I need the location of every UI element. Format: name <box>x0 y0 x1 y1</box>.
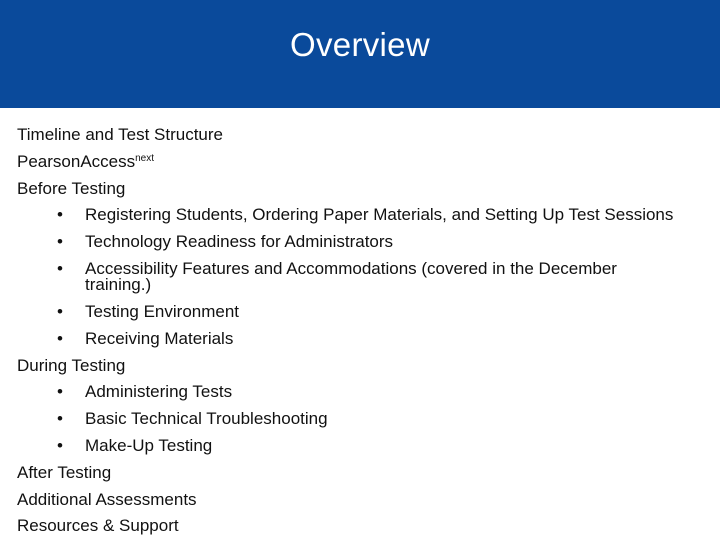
outline-item-after-testing: After Testing <box>17 462 112 482</box>
bullet-icon: • <box>57 409 63 429</box>
sub-item-receiving-materials: • Receiving Materials <box>17 326 717 353</box>
bullet-icon: • <box>57 205 63 225</box>
outline-list: Timeline and Test Structure PearsonAcces… <box>17 122 717 540</box>
sub-item-troubleshooting: • Basic Technical Troubleshooting <box>17 406 717 433</box>
pearsonaccess-label: PearsonAccess <box>17 151 136 171</box>
sub-item-registering: • Registering Students, Ordering Paper M… <box>17 202 717 229</box>
bullet-icon: • <box>57 232 63 252</box>
outline-item-additional-assessments: Additional Assessments <box>17 489 197 509</box>
pearsonaccess-superscript: next <box>135 152 155 164</box>
sub-item-label: Receiving Materials <box>85 328 234 348</box>
bullet-icon: • <box>57 382 63 402</box>
outline-item-pearsonaccess: PearsonAccessnext <box>17 149 717 176</box>
bullet-icon: • <box>57 328 63 348</box>
sub-item-administering-tests: • Administering Tests <box>17 379 717 406</box>
outline-item-during-testing: During Testing <box>17 355 126 375</box>
sub-item-accessibility: • Accessibility Features and Accommodati… <box>17 256 645 299</box>
sub-item-label: Accessibility Features and Accommodation… <box>85 258 617 294</box>
sub-item-technology-readiness: • Technology Readiness for Administrator… <box>17 229 717 256</box>
sub-item-label: Basic Technical Troubleshooting <box>85 409 328 429</box>
bullet-icon: • <box>57 301 63 321</box>
outline-item-before-testing: Before Testing <box>17 178 126 198</box>
title-banner: Overview <box>0 0 720 108</box>
sub-item-label: Registering Students, Ordering Paper Mat… <box>85 205 674 225</box>
sub-item-make-up-testing: • Make-Up Testing <box>17 433 717 460</box>
bullet-icon: • <box>57 435 63 455</box>
sub-item-label: Administering Tests <box>85 382 233 402</box>
bullet-icon: • <box>57 258 63 278</box>
outline-item-resources-support: Resources & Support <box>17 516 179 536</box>
slide-title: Overview <box>290 26 430 63</box>
sub-item-testing-environment: • Testing Environment <box>17 299 717 326</box>
sub-item-label: Testing Environment <box>85 301 240 321</box>
sub-item-label: Make-Up Testing <box>85 435 213 455</box>
sub-item-label: Technology Readiness for Administrators <box>85 232 394 252</box>
outline-item-timeline: Timeline and Test Structure <box>17 125 223 144</box>
